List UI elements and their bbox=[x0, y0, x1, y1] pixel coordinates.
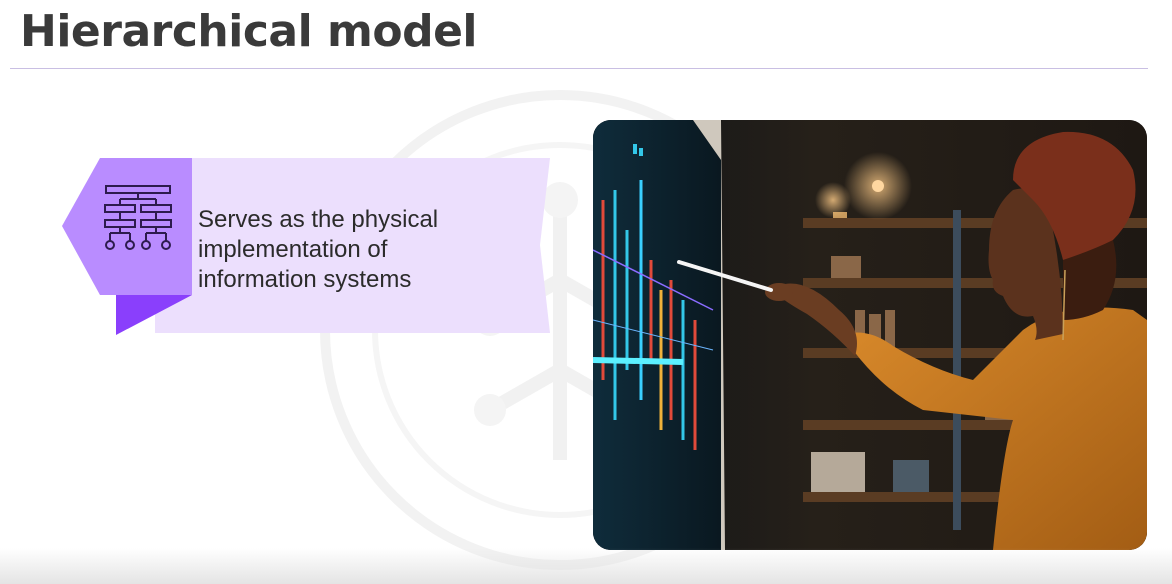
callout-text: Serves as the physical implementation of… bbox=[198, 205, 538, 295]
callout-banner: Serves as the physical implementation of… bbox=[60, 155, 555, 340]
woman-pointing-at-screen-image bbox=[593, 120, 1147, 550]
bottom-edge-shadow bbox=[0, 548, 1172, 584]
title-divider bbox=[10, 68, 1148, 69]
callout-line-3: information systems bbox=[198, 266, 412, 293]
hierarchy-tree-icon bbox=[98, 183, 178, 263]
callout-line-2: implementation of bbox=[198, 236, 388, 263]
callout-line-1: Serves as the physical bbox=[198, 206, 439, 233]
slide-title: Hierarchical model bbox=[20, 6, 478, 57]
